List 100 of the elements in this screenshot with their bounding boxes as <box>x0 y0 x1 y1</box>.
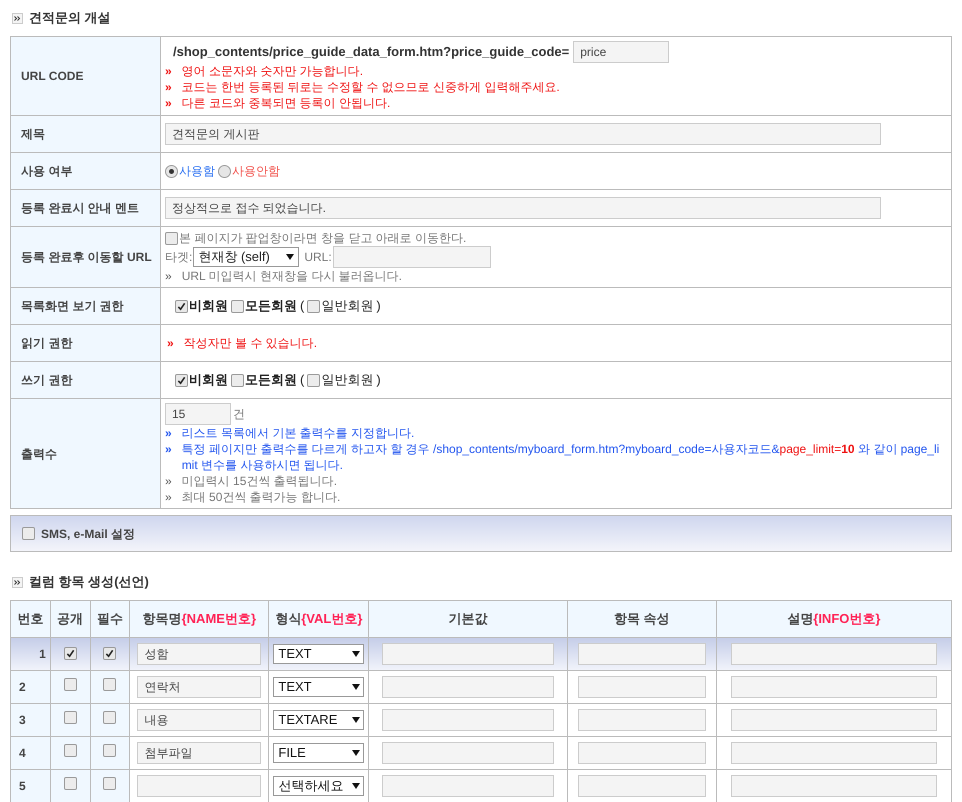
checkbox-label[interactable]: 일반회원 <box>321 370 374 390</box>
checkbox[interactable] <box>64 744 77 757</box>
bullet-marker: » <box>165 440 172 458</box>
field-label: 등록 완료후 이동할 URL <box>11 227 161 287</box>
input-field[interactable] <box>578 643 706 665</box>
radio-label[interactable]: 사용안함 <box>232 162 280 180</box>
input-field[interactable] <box>730 775 937 797</box>
checkbox[interactable] <box>231 374 244 386</box>
checkbox[interactable] <box>64 777 77 790</box>
note-text: 코드는 한번 등록된 뒤로는 수정할 수 없으므로 신중하게 입력해주세요. <box>182 79 560 95</box>
checkmark-icon <box>66 649 75 658</box>
caret-icon <box>286 254 294 260</box>
input-field[interactable]: 견적문의 게시판 <box>165 123 881 145</box>
input-field[interactable] <box>730 676 937 698</box>
checkbox[interactable] <box>165 232 178 244</box>
table-row[interactable]: 3 내용 TEXTARE <box>10 704 952 736</box>
type-dropdown[interactable]: TEXT <box>273 644 364 664</box>
note-text: URL 미입력시 현재창을 다시 불러옵니다. <box>182 268 402 284</box>
radio-button[interactable] <box>218 164 231 178</box>
section-title: 컬럼 항목 생성(선언) <box>29 573 149 592</box>
parenthesis: ( <box>300 371 304 390</box>
input-field[interactable] <box>578 709 706 731</box>
input-field[interactable]: 첨부파일 <box>137 742 262 764</box>
input-field[interactable]: 연락처 <box>137 676 262 698</box>
table-row[interactable]: 4 첨부파일 FILE <box>10 736 952 770</box>
column-header: 공개 <box>50 600 90 638</box>
checkbox[interactable] <box>307 374 320 386</box>
checkbox-label[interactable]: 모든회원 <box>245 370 297 390</box>
input-field[interactable] <box>382 775 554 797</box>
checkbox[interactable] <box>103 647 116 660</box>
checkbox[interactable] <box>231 300 244 312</box>
checkbox[interactable] <box>103 678 116 691</box>
input-field[interactable] <box>730 709 937 731</box>
checkmark-icon <box>177 302 186 310</box>
row-number: 3 <box>10 704 50 736</box>
field-label: URL CODE <box>11 37 161 115</box>
column-header: 번호 <box>10 600 50 638</box>
input-field[interactable] <box>382 676 554 698</box>
bullet-marker: » <box>165 472 172 488</box>
input-field[interactable]: price <box>573 41 670 63</box>
bullet-marker: » <box>165 79 172 95</box>
bullet-marker: » <box>165 63 172 79</box>
checkbox[interactable] <box>103 744 116 757</box>
radio-button[interactable] <box>165 164 178 178</box>
row-number: 2 <box>10 670 50 704</box>
table-row[interactable]: 2 연락처 TEXT <box>10 670 952 704</box>
radio-label[interactable]: 사용함 <box>179 162 215 180</box>
target-label: 타겟: <box>165 249 192 265</box>
input-field[interactable] <box>382 709 554 731</box>
unit-label: 건 <box>233 406 245 422</box>
checkbox[interactable] <box>64 711 77 724</box>
input-field[interactable]: 내용 <box>137 709 262 731</box>
checkmark-icon <box>177 376 186 384</box>
input-field[interactable] <box>578 775 706 797</box>
type-dropdown[interactable]: FILE <box>273 743 364 763</box>
type-dropdown[interactable]: 선택하세요 <box>273 776 364 796</box>
checkbox[interactable] <box>103 777 116 790</box>
input-field[interactable] <box>382 643 554 665</box>
table-row[interactable]: 1 성함 TEXT <box>10 638 952 670</box>
input-field[interactable]: 15 <box>165 402 231 424</box>
bullet-marker: » <box>165 488 172 504</box>
table-row[interactable]: 5 선택하세요 <box>10 770 952 802</box>
settings-panel[interactable]: SMS, e-Mail 설정 <box>10 515 952 552</box>
input-field[interactable]: 성함 <box>137 643 262 665</box>
checkbox[interactable] <box>175 374 188 386</box>
field-label: 제목 <box>11 116 161 152</box>
checkbox-label[interactable]: 본 페이지가 팝업창이라면 창을 닫고 아래로 이동한다. <box>179 230 466 246</box>
checkbox[interactable] <box>22 527 35 540</box>
note-text: 리스트 목록에서 기본 출력수를 지정합니다. <box>182 424 414 440</box>
input-field[interactable] <box>578 742 706 764</box>
checkbox[interactable] <box>307 300 320 312</box>
type-dropdown[interactable]: TEXT <box>273 677 364 697</box>
input-field[interactable] <box>730 643 937 665</box>
input-field[interactable] <box>578 676 706 698</box>
input-field[interactable]: 정상적으로 접수 되었습니다. <box>165 197 881 219</box>
input-field[interactable] <box>382 742 554 764</box>
field-label: 출력수 <box>11 399 161 508</box>
type-dropdown[interactable]: TEXTARE <box>273 710 364 730</box>
double-chevron-icon <box>12 12 23 24</box>
input-field[interactable] <box>332 246 491 268</box>
section-title: 견적문의 개설 <box>29 9 111 28</box>
double-chevron-icon <box>12 576 23 588</box>
checkbox-label[interactable]: 비회원 <box>189 296 228 316</box>
checkbox[interactable] <box>103 711 116 724</box>
input-field[interactable] <box>137 775 262 797</box>
target-dropdown[interactable]: 현재창 (self) <box>193 247 300 267</box>
checkbox-label[interactable]: 비회원 <box>189 370 228 390</box>
checkbox[interactable] <box>64 678 77 691</box>
field-label: 사용 여부 <box>11 153 161 189</box>
checkbox[interactable] <box>175 300 188 312</box>
panel-title: SMS, e-Mail 설정 <box>41 526 136 542</box>
url-label: URL: <box>304 249 332 265</box>
column-header: 설명{INFO번호} <box>716 600 952 638</box>
checkbox-label[interactable]: 모든회원 <box>245 296 297 316</box>
parenthesis: ( <box>300 297 304 316</box>
column-header: 필수 <box>90 600 130 638</box>
input-field[interactable] <box>730 742 937 764</box>
parenthesis: ) <box>376 371 381 390</box>
checkbox[interactable] <box>64 647 77 660</box>
checkbox-label[interactable]: 일반회원 <box>321 296 374 316</box>
